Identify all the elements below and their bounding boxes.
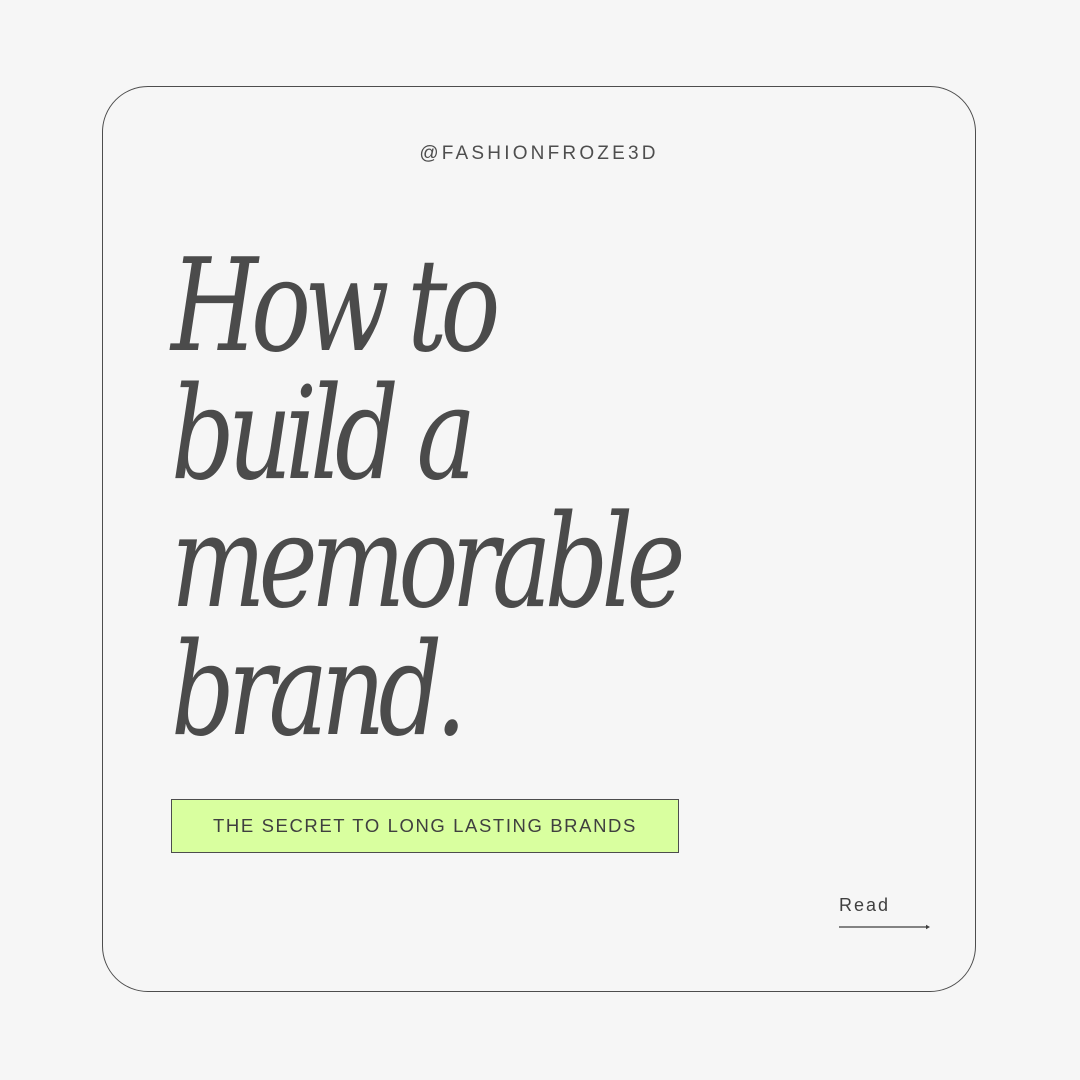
headline-line-4: brand. — [171, 616, 467, 765]
read-link[interactable]: Read — [839, 895, 931, 935]
headline-line-3: memorable — [171, 488, 686, 637]
arrow-right-icon — [839, 924, 930, 930]
headline: How to build a memorable brand. — [171, 243, 822, 755]
post-canvas: @FASHIONFROZE3D How to build a memorable… — [0, 0, 1080, 1080]
headline-line-2: build a — [171, 360, 476, 509]
headline-line-1: How to — [171, 232, 500, 381]
read-label: Read — [839, 895, 891, 915]
account-handle: @FASHIONFROZE3D — [419, 143, 659, 164]
tagline-badge: THE SECRET TO LONG LASTING BRANDS — [171, 799, 679, 853]
content-card: @FASHIONFROZE3D How to build a memorable… — [102, 86, 976, 992]
